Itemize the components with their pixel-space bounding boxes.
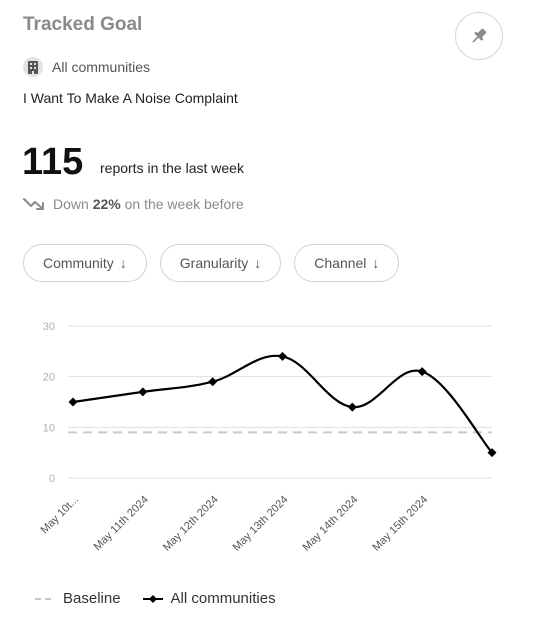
data-point [417,367,427,377]
tracked-goal-card: Tracked Goal All communities I Want To M… [0,0,535,625]
line-chart: 0 10 20 30 May 10t... May 11th 2024 May 12th 2… [38,321,497,554]
community-filter-button[interactable]: Community ↓ [23,244,147,282]
goal-name: I Want To Make A Noise Complaint [23,90,238,106]
channel-filter-label: Channel [314,255,367,271]
trend-percent: 22% [92,196,121,212]
y-tick-label: 0 [49,473,55,485]
line-diamond-icon [142,594,163,603]
pin-button[interactable] [455,12,503,60]
data-point [278,351,287,361]
community-indicator: All communities [23,57,150,77]
trending-down-icon [23,198,44,210]
x-tick-label: May 12th 2024 [161,494,221,554]
legend-series-label: All communities [170,590,276,607]
x-tick-label: May 10t... [38,494,81,537]
x-tick-label: May 15th 2024 [370,494,430,554]
data-point [138,387,148,397]
series-line [72,354,493,454]
x-tick-label: May 11th 2024 [92,494,151,553]
y-tick-label: 10 [43,422,55,434]
data-point [68,397,78,407]
x-tick-label: May 13th 2024 [231,494,291,554]
granularity-filter-label: Granularity [179,255,249,271]
community-filter-label: Community [43,255,114,271]
data-point [208,377,218,387]
arrow-down-icon: ↓ [254,255,262,271]
data-point [347,402,357,412]
reports-caption: reports in the last week [100,160,244,176]
filter-bar: Community ↓ Granularity ↓ Channel ↓ [23,244,400,282]
chart-legend: Baseline All communities [35,590,276,607]
granularity-filter-button[interactable]: Granularity ↓ [159,244,282,282]
card-title: Tracked Goal [23,14,143,35]
arrow-down-icon: ↓ [119,255,127,271]
pin-icon [472,28,487,43]
building-icon [23,57,43,77]
x-tick-label: May 14th 2024 [301,494,361,554]
arrow-down-icon: ↓ [372,255,380,271]
legend-baseline-label: Baseline [63,590,121,607]
trend-suffix: on the week before [124,196,244,212]
channel-filter-button[interactable]: Channel ↓ [294,244,400,282]
community-label: All communities [52,59,151,75]
y-tick-label: 20 [43,372,55,384]
y-tick-label: 30 [43,321,55,333]
trend-indicator: Down 22% on the week before [23,196,244,212]
legend-item-baseline[interactable]: Baseline [35,590,121,607]
trend-prefix: Down [53,196,89,212]
legend-item-all-communities[interactable]: All communities [142,590,276,607]
dashed-line-icon [35,597,55,600]
report-count: 115 [22,141,84,183]
